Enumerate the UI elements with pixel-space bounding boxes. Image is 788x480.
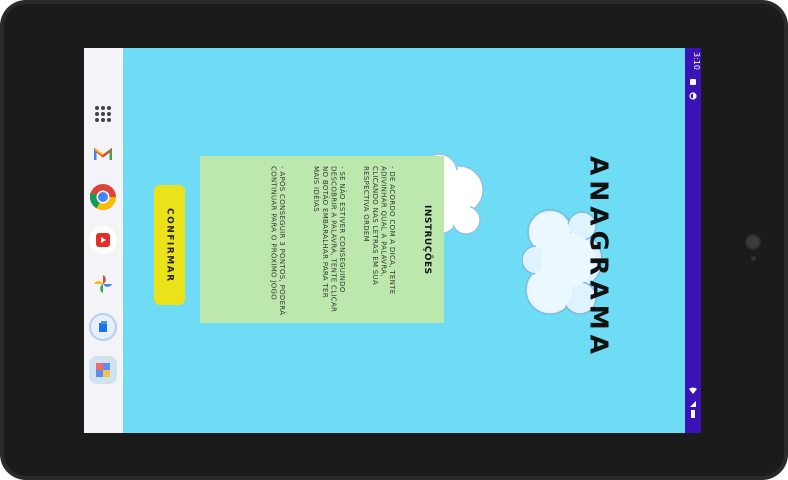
gmail-icon[interactable] [89, 140, 117, 168]
wifi-icon [689, 387, 697, 394]
screen: CONFIRMAR INSTRUÇÕES - DE ACORDO COM A D… [84, 48, 701, 433]
apps-grid-icon[interactable] [95, 106, 111, 122]
signal-icon [690, 401, 696, 407]
status-bar: 3:10 [685, 48, 701, 433]
sim-icon [690, 79, 696, 85]
instructions-panel: INSTRUÇÕES - DE ACORDO COM A DICA, TENTE… [200, 156, 444, 323]
taskbar [84, 48, 123, 433]
app-icon[interactable] [89, 356, 117, 384]
confirm-label: CONFIRMAR [164, 207, 175, 283]
instruction-item: - DE ACORDO COM A DICA, TENTE ADIVINHAR … [362, 166, 396, 295]
status-time: 3:10 [692, 52, 701, 70]
youtube-icon[interactable] [89, 226, 117, 254]
files-icon[interactable] [89, 313, 117, 341]
chrome-icon[interactable] [89, 183, 117, 211]
camera-icon [745, 234, 761, 250]
sync-icon [689, 92, 697, 100]
photos-icon[interactable] [89, 270, 117, 298]
confirm-button[interactable]: CONFIRMAR [154, 185, 185, 305]
page-title: ANAGRAMA [584, 156, 614, 359]
tablet-frame: CONFIRMAR INSTRUÇÕES - DE ACORDO COM A D… [0, 0, 788, 480]
instructions-title: INSTRUÇÕES [422, 204, 432, 275]
battery-icon [691, 410, 695, 418]
instruction-item: - APÓS CONSEGUIR 3 PONTOS, PODERÁ CONTIN… [269, 166, 286, 316]
sensor-icon [751, 256, 756, 261]
instruction-item: - SE NÃO ESTIVER CONSEGUINDO DESCOBRIR A… [312, 166, 346, 313]
